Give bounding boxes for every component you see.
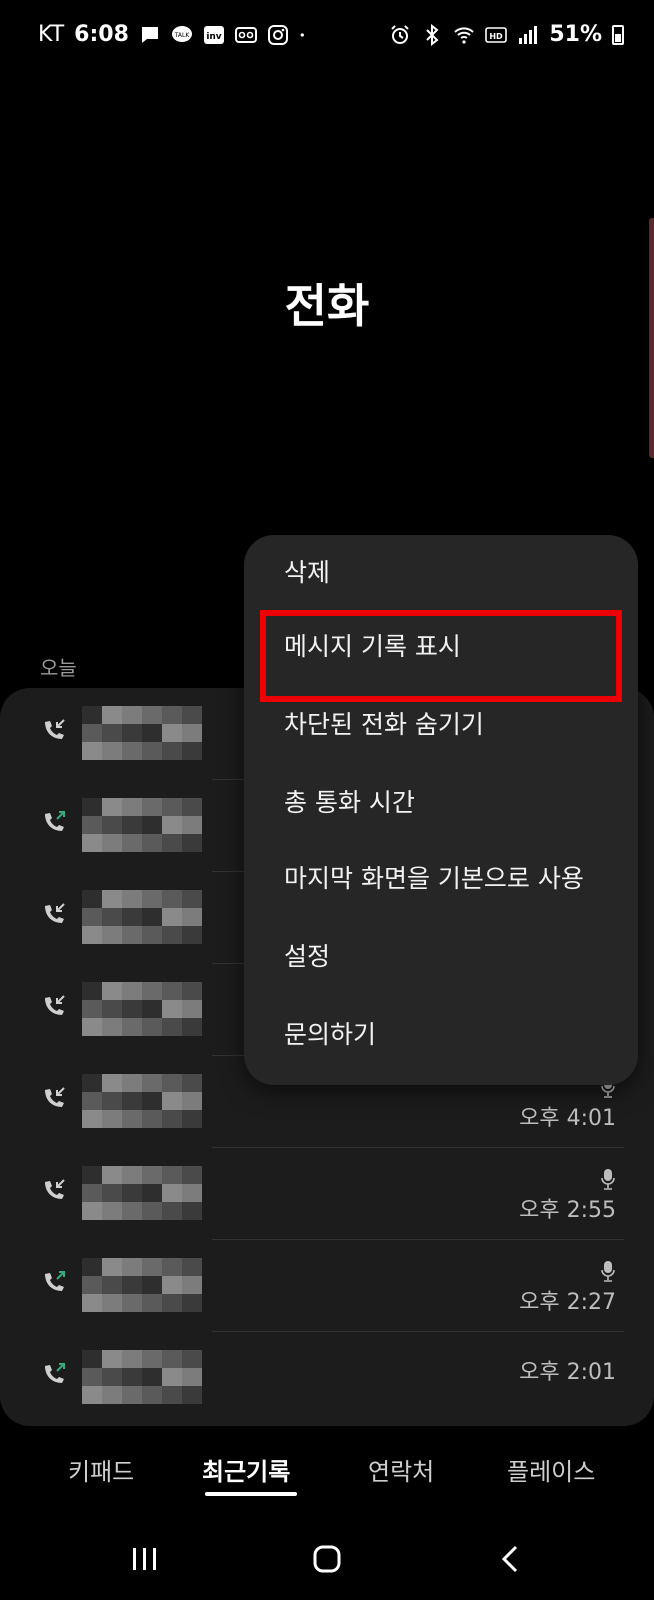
back-button[interactable] [486,1534,536,1584]
svg-text:TALK: TALK [174,32,191,39]
section-label-today: 오늘 [40,656,77,680]
battery-icon [612,24,624,45]
carrier-label: KT [38,22,65,47]
mic-icon [601,1261,615,1282]
incoming-call-icon [45,903,65,923]
redacted-contact-name [82,706,202,760]
call-time: 오후 4:01 [519,1106,616,1131]
incoming-call-icon [45,719,65,739]
incoming-call-icon [45,1179,65,1199]
wifi-icon [454,26,475,44]
page-title: 전화 [284,279,370,333]
edge-panel-handle[interactable] [649,218,654,458]
hd-icon: HD [485,26,508,43]
menu-item[interactable]: 차단된 전화 숨기기 [284,705,484,741]
menu-item[interactable]: 삭제 [284,553,330,589]
voicemail-icon [234,26,257,43]
call-log-row[interactable]: 오후 2:01 [0,1332,654,1424]
call-time: 오후 2:55 [519,1198,616,1223]
inv-icon: inv [203,25,224,44]
call-log-row[interactable]: 오후 2:55 [0,1148,654,1240]
call-time: 오후 2:27 [519,1290,616,1315]
status-bar: KT 6:08 TALK inv HD 51% [0,0,654,72]
recents-button[interactable] [120,1534,170,1584]
signal-icon [519,25,538,44]
call-meta: 오후 2:55 [519,1168,616,1224]
outgoing-call-icon [45,1363,65,1383]
tab-recents[interactable]: 최근기록 [202,1452,290,1487]
menu-item[interactable]: 문의하기 [284,1015,376,1051]
incoming-call-icon [45,1087,65,1107]
redacted-contact-name [82,1258,202,1312]
tab-keypad[interactable]: 키패드 [68,1452,134,1487]
tab-contacts[interactable]: 연락처 [368,1452,434,1487]
redacted-contact-name [82,890,202,944]
menu-item[interactable]: 마지막 화면을 기본으로 사용 [284,859,584,895]
call-meta: 오후 2:27 [519,1260,616,1316]
home-button[interactable] [302,1534,352,1584]
message-icon [141,26,158,43]
call-time: 오후 2:01 [519,1360,616,1385]
incoming-call-icon [45,995,65,1015]
outgoing-call-icon [45,811,65,831]
outgoing-call-icon [45,1271,65,1291]
clock: 6:08 [74,22,129,47]
call-meta: 오후 2:01 [519,1352,616,1386]
redacted-contact-name [82,982,202,1036]
svg-text:inv: inv [206,32,221,42]
redacted-contact-name [82,1350,202,1404]
instagram-icon [267,24,288,45]
battery-percent: 51% [549,22,602,47]
active-tab-indicator [205,1492,297,1496]
svg-text:HD: HD [490,32,504,41]
mic-icon [601,1169,615,1190]
tab-places[interactable]: 플레이스 [507,1452,595,1487]
kakaotalk-icon: TALK [171,25,192,42]
status-left: KT 6:08 TALK inv [38,22,311,47]
redacted-contact-name [82,1074,202,1128]
menu-item[interactable]: 설정 [284,937,330,973]
bluetooth-icon [426,23,439,46]
system-nav-bar [0,1524,654,1600]
dot-icon [300,32,304,37]
bottom-tab-bar: 키패드 최근기록 연락처 플레이스 [0,1440,654,1510]
call-log-row[interactable]: 오후 2:27 [0,1240,654,1332]
highlight-annotation [260,610,622,702]
status-right: HD 51% [389,22,624,47]
menu-item[interactable]: 총 통화 시간 [284,783,415,819]
alarm-icon [391,24,410,44]
redacted-contact-name [82,1166,202,1220]
redacted-contact-name [82,798,202,852]
